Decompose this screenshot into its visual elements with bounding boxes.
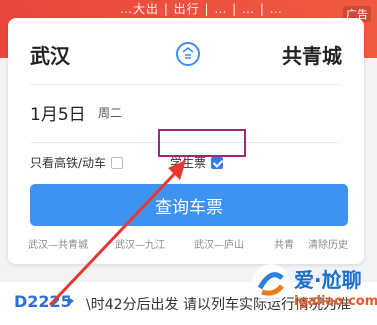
- clear-history-link[interactable]: 清除历史: [308, 236, 348, 251]
- student-ticket-label: 学生票: [170, 156, 207, 170]
- watermark-url: igaliao.com: [294, 294, 377, 309]
- student-ticket-checkbox[interactable]: [211, 157, 224, 169]
- history-item[interactable]: 武汉—共青城: [28, 236, 88, 251]
- history-item[interactable]: 武汉—九江: [115, 236, 165, 251]
- swap-icon[interactable]: [176, 42, 200, 66]
- history-item[interactable]: 共青: [274, 236, 294, 251]
- date-select[interactable]: 1月5日: [30, 100, 86, 125]
- from-city[interactable]: 武汉: [30, 40, 70, 69]
- to-city[interactable]: 共青城: [282, 40, 342, 69]
- weekday-label: 周二: [98, 106, 123, 120]
- play-icon: [68, 297, 74, 305]
- watermark-title: 爱·尬聊: [294, 268, 362, 292]
- high-speed-label: 只看高铁/动车: [30, 156, 107, 170]
- watermark: 爱·尬聊 igaliao.com: [250, 262, 377, 316]
- divider: [30, 84, 342, 85]
- history-item[interactable]: 武汉—庐山: [194, 236, 244, 251]
- watermark-logo-icon: [252, 264, 290, 302]
- high-speed-option[interactable]: 只看高铁/动车: [30, 154, 124, 171]
- high-speed-checkbox[interactable]: [111, 157, 124, 169]
- train-number: D2225: [14, 292, 72, 311]
- annotation-highlight-box: [158, 129, 246, 157]
- banner-text: …大出 | 出行 | … | … | …: [120, 2, 283, 16]
- query-tickets-button[interactable]: 查询车票: [30, 184, 348, 226]
